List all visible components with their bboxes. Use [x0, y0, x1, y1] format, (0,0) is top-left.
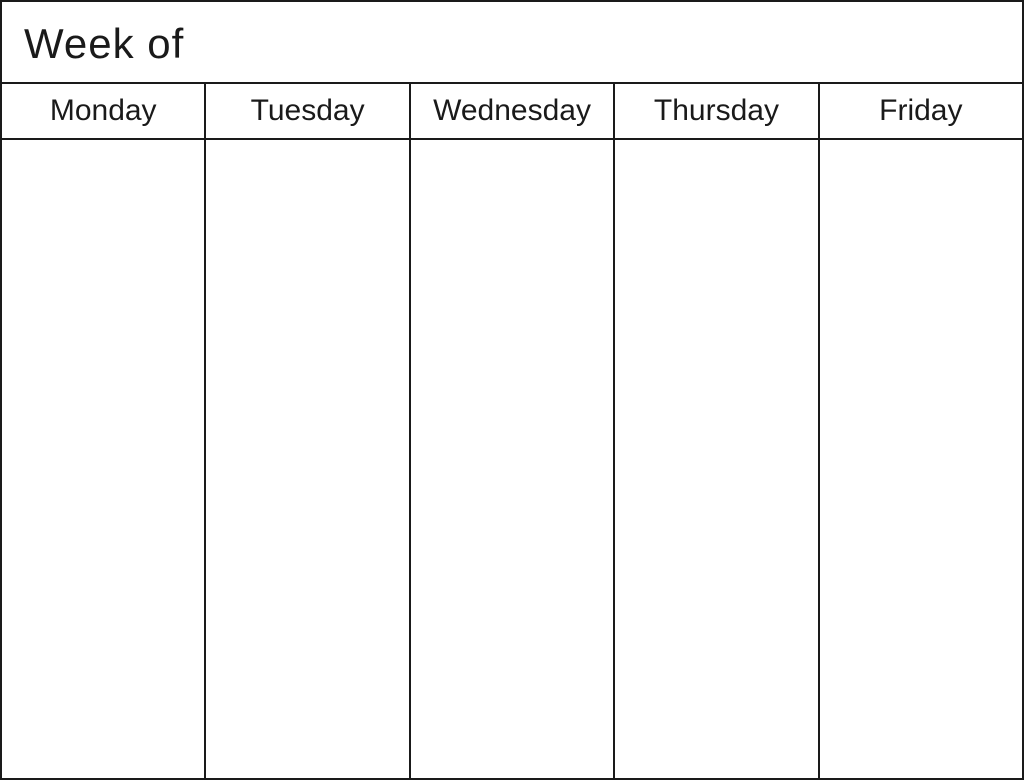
calendar-grid: Monday Tuesday Wednesday Thursday Friday: [2, 84, 1022, 778]
day-header-friday: Friday: [820, 84, 1022, 138]
day-header-wednesday: Wednesday: [411, 84, 615, 138]
day-column-wednesday[interactable]: [411, 140, 615, 778]
weekly-planner-page: Week of Monday Tuesday Wednesday Thursda…: [0, 0, 1024, 780]
day-column-thursday[interactable]: [615, 140, 819, 778]
day-column-monday[interactable]: [2, 140, 206, 778]
day-column-friday[interactable]: [820, 140, 1022, 778]
day-header-monday: Monday: [2, 84, 206, 138]
page-header: Week of: [2, 2, 1022, 84]
day-header-tuesday: Tuesday: [206, 84, 410, 138]
day-column-tuesday[interactable]: [206, 140, 410, 778]
week-of-label: Week of: [24, 20, 184, 67]
day-headers-row: Monday Tuesday Wednesday Thursday Friday: [2, 84, 1022, 140]
day-columns-container: [2, 140, 1022, 778]
day-header-thursday: Thursday: [615, 84, 819, 138]
